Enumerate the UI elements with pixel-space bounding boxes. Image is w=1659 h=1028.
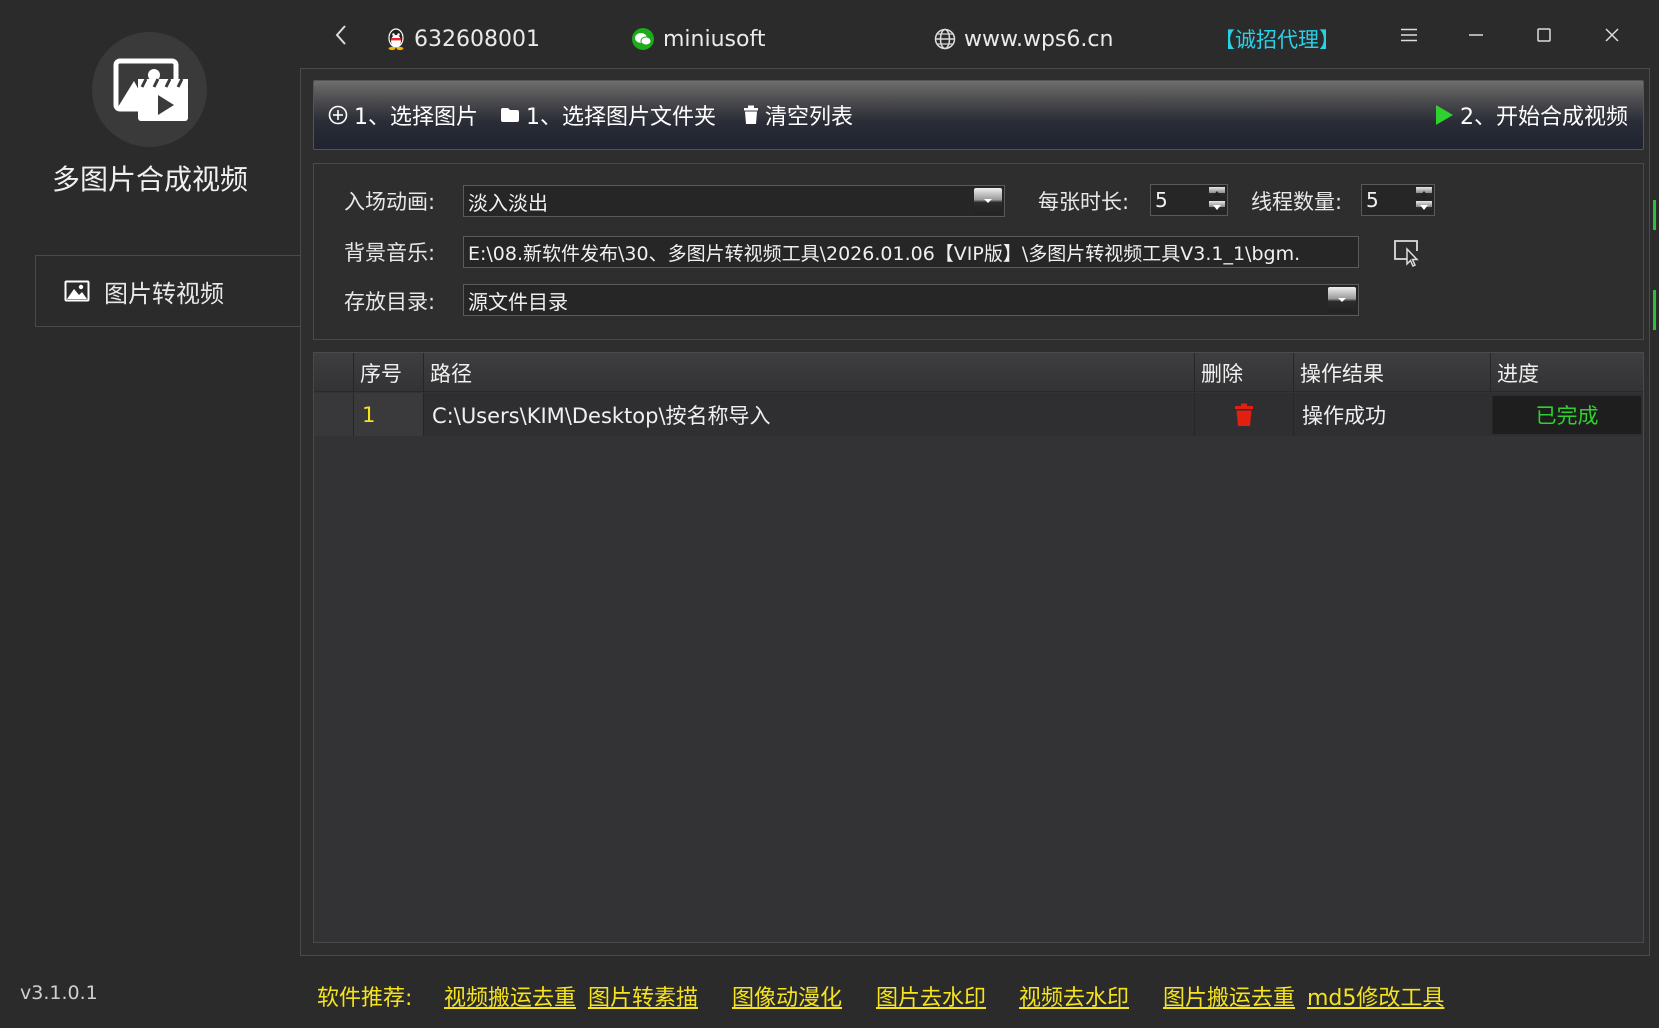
row-index: 1 [353,393,423,436]
row-path: C:\Users\KIM\Desktop\按名称导入 [423,393,1194,436]
caret-up-icon [1420,190,1428,196]
sidebar-item-image-to-video[interactable]: 图片转视频 [35,255,302,327]
threads-stepper[interactable]: 5 [1361,184,1435,216]
close-icon [1605,28,1619,42]
app-title: 多图片合成视频 [51,163,248,196]
column-header-index[interactable]: 序号 [353,353,423,392]
qq-penguin-icon [386,27,406,51]
sidebar [0,0,300,1028]
minimize-icon [1469,34,1483,36]
maximize-button[interactable] [1524,18,1564,52]
recommend-link-image-dedup[interactable]: 图片搬运去重 [1163,980,1295,1012]
dropdown-button[interactable] [1328,287,1356,313]
agent-recruit-link[interactable]: 【诚招代理】 [1214,22,1340,56]
select-folder-button[interactable]: 1、选择图片文件夹 [500,98,716,132]
bgm-label: 背景音乐: [344,241,436,265]
back-button[interactable] [321,18,361,52]
column-header-progress[interactable]: 进度 [1490,353,1643,392]
threads-label: 线程数量: [1251,190,1343,214]
spin-down-button[interactable] [1416,201,1432,213]
version-label: v3.1.0.1 [20,982,98,1004]
output-dir-label: 存放目录: [344,290,436,314]
close-button[interactable] [1592,18,1632,52]
file-table [313,352,1644,943]
website-url: www.wps6.cn [964,26,1114,52]
caret-down-icon [1420,204,1428,210]
column-header-path[interactable]: 路径 [423,353,1194,392]
recommend-link-md5[interactable]: md5修改工具 [1307,980,1444,1012]
browse-bgm-button[interactable] [1392,237,1422,268]
column-header-delete[interactable]: 删除 [1194,353,1293,392]
video-maker-icon [113,58,188,121]
row-result: 操作成功 [1293,393,1490,436]
trash-icon [743,105,759,125]
chevron-left-icon [335,25,346,45]
bgm-path-input[interactable]: E:\08.新软件发布\30、多图片转视频工具\2026.01.06【VIP版】… [463,236,1359,268]
transition-value: 淡入淡出 [468,190,548,215]
maximize-icon [1537,28,1551,42]
threads-spinner[interactable] [1416,186,1432,214]
duration-stepper[interactable]: 5 [1150,184,1228,216]
trash-icon [1235,403,1253,426]
recommend-link-video-watermark[interactable]: 视频去水印 [1019,980,1129,1012]
caret-up-icon [1213,190,1221,196]
edge-accent [1653,290,1656,330]
spin-down-button[interactable] [1209,201,1225,213]
recommend-label: 软件推荐: [317,986,413,1011]
output-dir-value: 源文件目录 [468,289,568,314]
row-progress: 已完成 [1492,396,1641,434]
wechat-icon [631,27,655,51]
select-file-cursor-icon [1394,240,1419,268]
wechat-id: miniusoft [663,26,766,52]
spin-up-button[interactable] [1416,187,1432,199]
clear-list-label: 清空列表 [765,105,854,130]
recommend-link-sketch[interactable]: 图片转素描 [588,980,698,1012]
image-icon [64,280,90,302]
column-header-result[interactable]: 操作结果 [1293,353,1490,392]
recommend-link-video-dedup[interactable]: 视频搬运去重 [444,980,576,1012]
sidebar-item-label: 图片转视频 [104,279,224,308]
duration-label: 每张时长: [1038,190,1130,214]
recommend-link-anime[interactable]: 图像动漫化 [732,980,842,1012]
output-dir-select[interactable]: 源文件目录 [463,284,1359,316]
chevron-down-icon [984,199,992,203]
qq-contact[interactable]: 632608001 [386,22,540,56]
select-images-label: 1、选择图片 [354,105,478,130]
row-delete-button[interactable] [1194,393,1293,436]
start-compose-label: 2、开始合成视频 [1460,105,1628,130]
select-folder-label: 1、选择图片文件夹 [526,105,716,130]
menu-button[interactable] [1389,18,1429,52]
chevron-down-icon [1338,298,1346,302]
app-logo [92,32,207,147]
play-icon [1434,104,1454,126]
select-images-button[interactable]: 1、选择图片 [328,98,478,132]
recommend-link-image-watermark[interactable]: 图片去水印 [876,980,986,1012]
folder-icon [500,107,520,123]
hamburger-menu-icon [1401,28,1417,42]
website-link[interactable]: www.wps6.cn [934,22,1113,56]
plus-circle-icon [328,105,348,125]
clear-list-button[interactable]: 清空列表 [743,98,853,132]
duration-spinner[interactable] [1209,186,1225,214]
minimize-button[interactable] [1456,18,1496,52]
transition-select[interactable]: 淡入淡出 [463,185,1005,217]
edge-accent [1653,200,1656,230]
start-compose-button[interactable]: 2、开始合成视频 [1434,98,1628,132]
spin-up-button[interactable] [1209,187,1225,199]
caret-down-icon [1213,204,1221,210]
dropdown-button[interactable] [974,188,1002,214]
threads-value: 5 [1366,188,1379,212]
duration-value: 5 [1155,188,1168,212]
globe-icon [934,28,956,50]
qq-number: 632608001 [414,26,540,52]
transition-label: 入场动画: [344,190,436,214]
row-selector[interactable] [314,393,353,436]
wechat-contact[interactable]: miniusoft [631,22,765,56]
